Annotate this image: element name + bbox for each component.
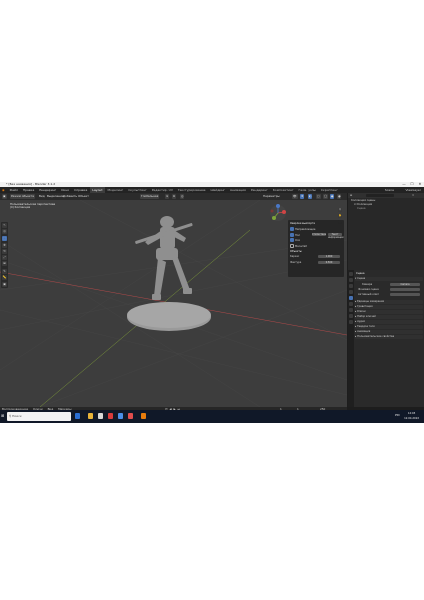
overlay-toggle-icon[interactable]: ◐ <box>308 194 313 199</box>
physics-tab-icon[interactable] <box>349 320 353 324</box>
outliner-search-input[interactable] <box>366 194 394 197</box>
object-tab-icon[interactable] <box>349 308 353 312</box>
outliner-header: ☰ ⏷ <box>348 193 424 198</box>
mode-dropdown[interactable]: Режим объекта <box>10 194 35 199</box>
properties-tabs <box>348 270 354 407</box>
clock-date: 12.04.2022 <box>404 416 419 420</box>
overlay-section-wireframe[interactable]: Каркас <box>290 255 299 258</box>
overlay-section-objects[interactable]: Объекты <box>290 250 302 253</box>
collection-label: (0) Коллекция <box>10 205 31 209</box>
background-scene-label: Фоновая сцена <box>358 288 379 291</box>
properties-tab-header: Сцена <box>356 272 365 275</box>
overlays-popover: Оверлеи вьюпорта Направляющие Пол Статис… <box>288 220 344 277</box>
outliner: ☰ ⏷ Коллекция сцены ☑ Коллекция Сцена <box>348 193 424 270</box>
mail-icon[interactable] <box>98 413 103 419</box>
menu-view[interactable]: Вид <box>38 194 46 199</box>
move-tool-icon[interactable]: ✥ <box>2 243 7 248</box>
cursor3d-tool-icon[interactable]: ◎ <box>2 229 7 234</box>
soldier-figure <box>135 216 193 300</box>
opera-icon[interactable] <box>108 413 113 419</box>
section-gravity[interactable]: ▸ Гравитация <box>355 305 423 309</box>
render-tab-icon[interactable] <box>349 278 353 282</box>
windows-start-icon[interactable]: ⊞ <box>1 413 6 419</box>
xray-toggle-icon[interactable]: ▢ <box>316 194 321 199</box>
outliner-scene-collection[interactable]: Коллекция сцены <box>351 199 375 202</box>
wireframe-shading-icon[interactable]: ◯ <box>323 194 329 199</box>
properties-editor: Сцена ▾ Сцена Камера Camera Фоновая сцен… <box>348 270 424 407</box>
filter-icon[interactable]: ⏷ <box>412 193 414 198</box>
language-indicator[interactable]: РУС <box>395 414 400 417</box>
section-animation[interactable]: ▸ Анимация <box>355 330 423 334</box>
camera-label: Камера <box>362 283 373 286</box>
overlay-item-scale[interactable]: Масштаб <box>290 244 307 248</box>
taskbar-search-input[interactable]: ⚲ Поиск <box>7 412 71 421</box>
pivot-icon[interactable]: ⊙ <box>165 194 170 199</box>
file-explorer-icon[interactable] <box>88 413 93 419</box>
os-taskbar: ⊞ ⚲ Поиск 12:03 12.04.2022 РУС <box>0 410 424 423</box>
tool-shelf: ↖ ◎ ⬚ ✥ ↻ ⤢ ⊞ ✎ 📏 ▣ <box>1 222 8 288</box>
outliner-item-scene[interactable]: Сцена <box>357 207 365 210</box>
scale-tool-icon[interactable]: ⤢ <box>2 255 7 260</box>
overlay-item-guides[interactable]: Направляющие <box>290 227 315 231</box>
menu-object[interactable]: Объект <box>77 194 90 199</box>
proportional-edit-icon[interactable]: ◎ <box>180 194 185 199</box>
section-keying-sets[interactable]: ▸ Набор ключей <box>355 315 423 319</box>
tool-tab-icon[interactable] <box>349 272 353 276</box>
menu-add[interactable]: Добавить <box>62 194 78 199</box>
outliner-editor-icon[interactable]: ☰ <box>350 193 352 198</box>
background-scene-field[interactable] <box>390 288 420 291</box>
3d-viewport[interactable]: Пользовательская перспектива (0) Коллекц… <box>0 200 347 407</box>
rotate-tool-icon[interactable]: ↻ <box>2 249 7 254</box>
active-clip-label: Активный клип <box>358 293 379 296</box>
yandex-icon[interactable] <box>128 413 133 419</box>
world-tab-icon[interactable] <box>349 302 353 306</box>
overlay-section-texture[interactable]: Фактура <box>290 261 301 264</box>
editor-type-button[interactable]: ▣ <box>2 194 7 199</box>
annotate-tool-icon[interactable]: ✎ <box>2 269 7 274</box>
edge-icon[interactable] <box>118 413 123 419</box>
visibility-icon[interactable]: 👁 <box>292 194 298 199</box>
section-audio[interactable]: ▸ Аудио <box>355 320 423 324</box>
section-units[interactable]: ▸ Единицы измерения <box>355 300 423 304</box>
measure-tool-icon[interactable]: 📏 <box>2 275 7 280</box>
transform-orientation-dropdown[interactable]: Глобальная <box>140 194 160 199</box>
material-shading-icon[interactable]: ◕ <box>337 194 342 199</box>
navigation-gizmo[interactable] <box>269 204 287 222</box>
pan-icon[interactable]: ✋ <box>338 214 342 218</box>
overlay-value-wireframe[interactable]: 1.000 <box>318 255 340 258</box>
options-dropdown[interactable]: Параметры <box>262 194 281 199</box>
camera-field[interactable]: Camera <box>390 283 420 286</box>
overlay-field-text-info[interactable]: Текст информации <box>328 233 344 239</box>
taskbar-clock[interactable]: 12:03 12.04.2022 <box>404 412 419 421</box>
view-layer-tab-icon[interactable] <box>349 290 353 294</box>
gizmo-toggle-icon[interactable]: ✥ <box>300 194 305 199</box>
section-custom-props[interactable]: ▸ Пользовательские свойства <box>355 335 423 339</box>
solid-shading-icon[interactable]: ● <box>330 194 335 199</box>
search-icon: ⚲ <box>9 414 12 418</box>
section-rigid-body[interactable]: ▸ Твердое тело <box>355 325 423 329</box>
modifiers-tab-icon[interactable] <box>349 314 353 318</box>
taskbar-search-placeholder: Поиск <box>12 414 22 418</box>
section-keying[interactable]: ▸ Ключи <box>355 310 423 314</box>
scene-tab-icon[interactable] <box>349 296 353 300</box>
transform-tool-icon[interactable]: ⊞ <box>2 261 7 266</box>
add-cube-tool-icon[interactable]: ▣ <box>2 282 7 287</box>
section-scene[interactable]: ▾ Сцена <box>355 277 423 281</box>
outliner-item-collection[interactable]: ☑ Коллекция <box>354 203 372 206</box>
select-box-tool-icon[interactable]: ⬚ <box>2 236 7 241</box>
snap-icon[interactable]: ⧉ <box>172 194 176 199</box>
overlays-title: Оверлеи вьюпорта <box>290 222 315 225</box>
task-view-icon[interactable] <box>75 413 80 419</box>
active-clip-field[interactable] <box>390 293 420 296</box>
cursor-tool-icon[interactable]: ↖ <box>2 223 7 228</box>
overlay-item-floor[interactable]: Пол <box>290 233 300 237</box>
overlay-field-stats[interactable]: Статистика <box>312 233 326 236</box>
overlay-value-texture[interactable]: 0.500 <box>318 261 340 264</box>
screen: * [Без названия] - Blender 3.1.2 — ☐ ✕ ◉… <box>0 182 424 423</box>
zoom-icon[interactable]: ⚲ <box>338 208 342 212</box>
overlay-item-axes[interactable]: Оси <box>290 238 300 242</box>
output-tab-icon[interactable] <box>349 284 353 288</box>
blender-taskbar-icon[interactable] <box>141 413 146 419</box>
